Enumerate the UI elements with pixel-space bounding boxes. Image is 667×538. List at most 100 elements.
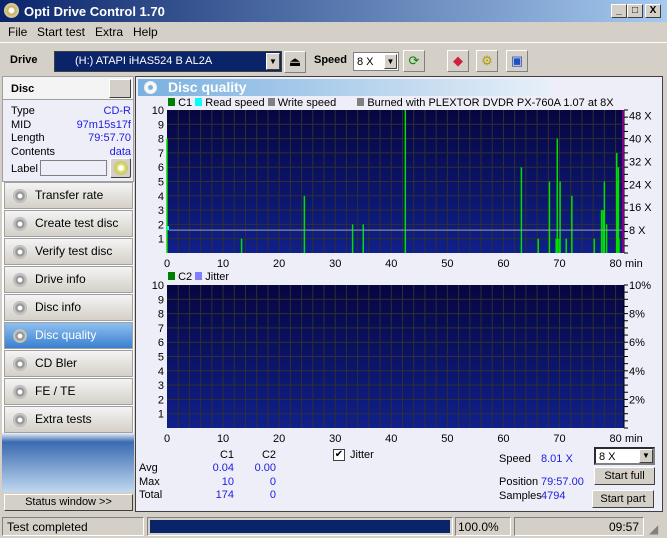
nav-label: CD Bler xyxy=(35,356,78,370)
test-speed-select[interactable]: 8 X ▼ xyxy=(594,447,655,465)
x-tick-label: 40 xyxy=(385,433,397,445)
disc-icon xyxy=(13,385,27,399)
speed-label: Speed xyxy=(314,54,348,66)
minimize-button[interactable]: _ xyxy=(611,4,627,18)
y2-tick-label: 24 X xyxy=(629,179,652,191)
nav-label: Disc quality xyxy=(35,328,97,342)
chevron-down-icon[interactable]: ▼ xyxy=(639,449,653,463)
nav-label: Disc info xyxy=(35,300,82,314)
menu-file[interactable]: File xyxy=(8,25,27,39)
cd-icon[interactable] xyxy=(110,158,131,178)
nav-create-test-disc[interactable]: Create test disc xyxy=(4,210,133,237)
nav-transfer-rate[interactable]: Transfer rate xyxy=(4,182,133,209)
checkbox-check-icon[interactable]: ✔ xyxy=(333,449,345,461)
nav-verify-test-disc[interactable]: Verify test disc xyxy=(4,238,133,265)
progress-fill xyxy=(150,520,450,533)
nav-label: Verify test disc xyxy=(35,244,113,258)
stats-c1-value: 0.04 xyxy=(212,462,234,474)
app-icon xyxy=(4,3,19,18)
jitter-label: Jitter xyxy=(350,449,374,461)
y-tick-label: 8 xyxy=(158,134,164,146)
nav-label: Transfer rate xyxy=(35,188,104,202)
save-icon[interactable]: ▣ xyxy=(506,50,528,72)
stats-table: C1 C2 Avg 0.04 0.00 Max 10 0 Total 174 0 xyxy=(139,449,279,503)
y2-tick-label: 32 X xyxy=(629,156,652,168)
test-speed-value: 8 X xyxy=(599,451,616,463)
y-tick-label: 4 xyxy=(158,191,164,203)
disc-refresh-button[interactable] xyxy=(109,79,131,98)
y2-tick-label: 48 X xyxy=(629,111,652,123)
drive-select[interactable]: (H:) ATAPI iHAS524 B AL2A ▼ xyxy=(54,51,282,72)
disc-contents-row: Contents data xyxy=(11,145,131,158)
x-tick-label: 80 xyxy=(609,433,621,445)
y2-tick-label: 10% xyxy=(629,280,651,292)
nav-disc-quality[interactable]: Disc quality xyxy=(4,322,133,349)
x-tick-label: 10 xyxy=(217,258,229,270)
y-tick-label: 4 xyxy=(158,366,164,378)
menu-bar: File Start test Extra Help xyxy=(0,22,667,40)
x-tick-label: 80 xyxy=(609,258,621,270)
stats-c2-value: 0 xyxy=(269,475,276,488)
samples-label: Samples xyxy=(499,490,542,502)
menu-help[interactable]: Help xyxy=(133,25,158,39)
x-tick-label: 20 xyxy=(273,433,285,445)
eject-icon[interactable]: ⏏ xyxy=(284,51,306,73)
menu-start-test[interactable]: Start test xyxy=(37,25,85,39)
title-bar: Opti Drive Control 1.70 _ □ X xyxy=(0,0,667,22)
x-tick-label: 20 xyxy=(273,258,285,270)
y-tick-label: 3 xyxy=(158,380,164,392)
chevron-down-icon[interactable]: ▼ xyxy=(266,53,280,70)
chevron-down-icon[interactable]: ▼ xyxy=(384,54,397,69)
y-tick-label: 6 xyxy=(158,162,164,174)
speed-select[interactable]: 8 X ▼ xyxy=(353,52,399,71)
label-input[interactable] xyxy=(40,160,107,176)
stats-header-c1: C1 xyxy=(219,449,234,461)
y2-tick-label: 40 X xyxy=(629,134,652,146)
x-tick-label: 40 xyxy=(385,258,397,270)
nav-label: Extra tests xyxy=(35,412,92,426)
x-tick-label: 60 xyxy=(497,433,509,445)
start-part-button[interactable]: Start part xyxy=(592,490,654,508)
y2-tick-label: 8% xyxy=(629,309,645,321)
nav-disc-info[interactable]: Disc info xyxy=(4,294,133,321)
y-tick-label: 2 xyxy=(158,219,164,231)
disc-icon xyxy=(13,413,27,427)
window-title: Opti Drive Control 1.70 xyxy=(24,4,165,19)
maximize-button[interactable]: □ xyxy=(627,4,643,18)
samples-value: 4794 xyxy=(541,490,566,502)
panel-title: Disc quality xyxy=(168,79,247,95)
nav-extra-tests[interactable]: Extra tests xyxy=(4,406,133,433)
disc-icon xyxy=(13,273,27,287)
read-speed-start xyxy=(167,226,169,231)
elapsed-time: 09:57 xyxy=(514,517,644,536)
eraser-icon[interactable]: ◆ xyxy=(447,50,469,72)
close-button[interactable]: X xyxy=(645,4,661,18)
disc-panel: Disc Type CD-R MID 97m15s17f Length 79:57.7… xyxy=(2,76,134,182)
refresh-icon[interactable]: ⟳ xyxy=(403,50,425,72)
charts: 0 10 20 30 40 50 60 70 80 min123456789108 X16 X24… xyxy=(152,105,653,445)
settings-icon[interactable]: ⚙ xyxy=(476,50,498,72)
nav-label: Create test disc xyxy=(35,216,119,230)
y-tick-label: 6 xyxy=(158,337,164,349)
y-tick-label: 10 xyxy=(152,105,164,117)
disc-icon xyxy=(13,329,27,343)
x-tick-label: 70 xyxy=(553,433,565,445)
disc-icon xyxy=(13,189,27,203)
start-full-button[interactable]: Start full xyxy=(594,467,655,485)
y-tick-label: 1 xyxy=(158,234,164,246)
c2-legend: C2 Jitter xyxy=(168,271,229,283)
speed-select-value: 8 X xyxy=(357,56,374,68)
resize-grip-icon[interactable]: ◢ xyxy=(649,522,658,536)
menu-extra[interactable]: Extra xyxy=(95,25,123,39)
stats-row-label: Avg xyxy=(139,462,158,474)
speed-readout-value: 8.01 X xyxy=(541,453,573,465)
jitter-checkbox[interactable]: ✔ Jitter xyxy=(333,449,374,461)
nav-drive-info[interactable]: Drive info xyxy=(4,266,133,293)
status-window-button[interactable]: Status window >> xyxy=(4,494,133,511)
x-tick-label: 60 xyxy=(497,258,509,270)
nav-fe-te[interactable]: FE / TE xyxy=(4,378,133,405)
y2-tick-label: 2% xyxy=(629,394,645,406)
panel-header: Disc quality xyxy=(138,79,550,96)
disc-icon xyxy=(13,245,27,259)
nav-cd-bler[interactable]: CD Bler xyxy=(4,350,133,377)
